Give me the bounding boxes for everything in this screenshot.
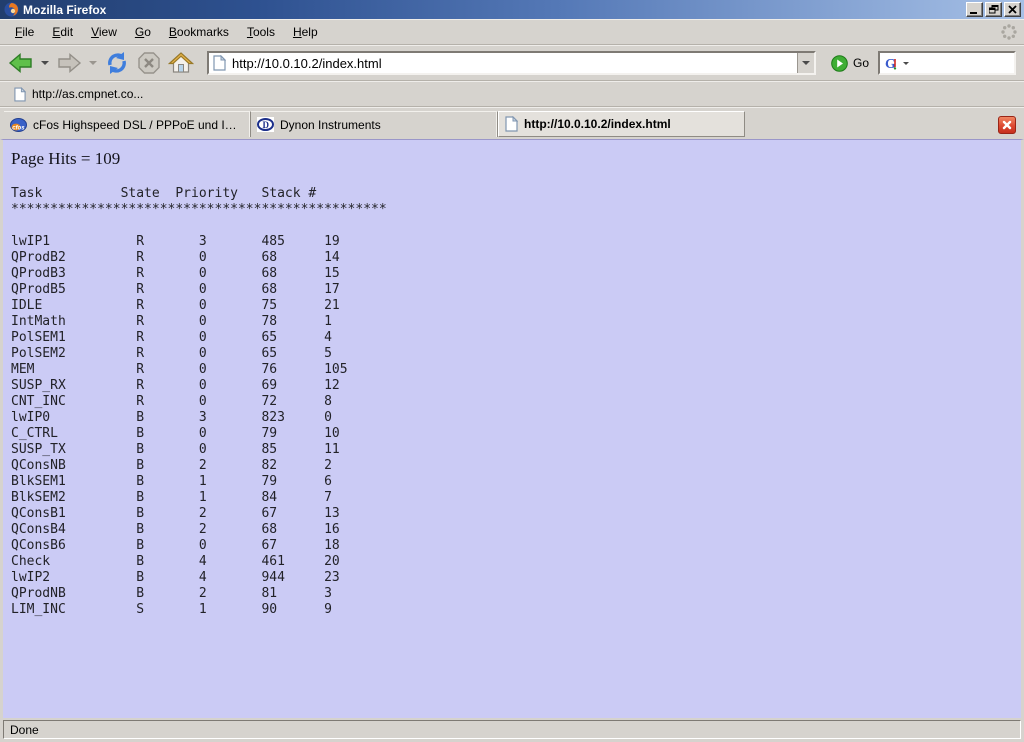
go-label: Go	[853, 56, 869, 70]
page-icon	[14, 87, 26, 102]
menu-file[interactable]: File	[6, 22, 43, 42]
home-button[interactable]	[166, 49, 196, 77]
status-panel: Done	[3, 720, 1021, 739]
back-button[interactable]	[6, 50, 36, 76]
menu-view[interactable]: View	[82, 22, 126, 42]
tab-label: http://10.0.10.2/index.html	[524, 117, 671, 131]
menu-bookmarks[interactable]: Bookmarks	[160, 22, 238, 42]
svg-text:cfos: cfos	[12, 125, 25, 131]
reload-button[interactable]	[102, 49, 132, 77]
status-bar: Done	[0, 718, 1024, 742]
url-text[interactable]: http://10.0.10.2/index.html	[232, 56, 797, 71]
google-icon: G	[883, 55, 900, 72]
dynon-icon: D	[257, 117, 274, 132]
titlebar: Mozilla Firefox	[0, 0, 1024, 19]
status-text: Done	[10, 723, 39, 737]
stop-button[interactable]	[135, 49, 163, 77]
close-button[interactable]	[1004, 2, 1021, 17]
tab-label: cFos Highspeed DSL / PPPoE und ISDN CAP.…	[33, 118, 244, 132]
svg-text:D: D	[263, 120, 270, 130]
tab-cfos[interactable]: cfos cFos Highspeed DSL / PPPoE und ISDN…	[4, 111, 251, 137]
url-bar[interactable]: http://10.0.10.2/index.html	[207, 51, 816, 75]
tab-index-html[interactable]: http://10.0.10.2/index.html	[498, 111, 745, 137]
tab-dynon[interactable]: D Dynon Instruments	[251, 111, 498, 137]
tab-strip: cfos cFos Highspeed DSL / PPPoE und ISDN…	[0, 107, 1024, 139]
restore-button[interactable]	[985, 2, 1002, 17]
menu-edit[interactable]: Edit	[43, 22, 82, 42]
menu-help[interactable]: Help	[284, 22, 327, 42]
page-hits-text: Page Hits = 109	[11, 149, 1021, 169]
bookmarks-toolbar: http://as.cmpnet.co...	[0, 81, 1024, 107]
url-dropdown-button[interactable]	[797, 53, 814, 73]
menu-tools[interactable]: Tools	[238, 22, 284, 42]
menubar: File Edit View Go Bookmarks Tools Help	[0, 19, 1024, 45]
tab-label: Dynon Instruments	[280, 118, 381, 132]
search-engine-dropdown-icon[interactable]	[903, 62, 909, 65]
cfos-icon: cfos	[10, 117, 27, 132]
page-icon	[213, 55, 226, 71]
forward-dropdown-icon[interactable]	[89, 61, 97, 65]
search-input[interactable]: G	[878, 51, 1016, 75]
page-content: Page Hits = 109 Task State Priority Stac…	[0, 139, 1024, 718]
task-table: Task State Priority Stack # ************…	[11, 186, 1021, 618]
minimize-button[interactable]	[966, 2, 983, 17]
forward-button[interactable]	[54, 50, 84, 76]
menu-go[interactable]: Go	[126, 22, 160, 42]
go-icon	[831, 55, 848, 72]
window-title: Mozilla Firefox	[23, 3, 966, 17]
browser-window: Mozilla Firefox File Edit View Go Book	[0, 0, 1024, 742]
close-tab-button[interactable]	[998, 116, 1016, 134]
navigation-toolbar: http://10.0.10.2/index.html Go G	[0, 45, 1024, 81]
back-dropdown-icon[interactable]	[41, 61, 49, 65]
go-button[interactable]: Go	[825, 55, 875, 72]
firefox-icon	[4, 2, 19, 17]
throbber-icon	[1000, 23, 1018, 41]
bookmark-item[interactable]: http://as.cmpnet.co...	[8, 85, 149, 104]
bookmark-label: http://as.cmpnet.co...	[32, 87, 143, 101]
page-icon	[505, 116, 518, 132]
